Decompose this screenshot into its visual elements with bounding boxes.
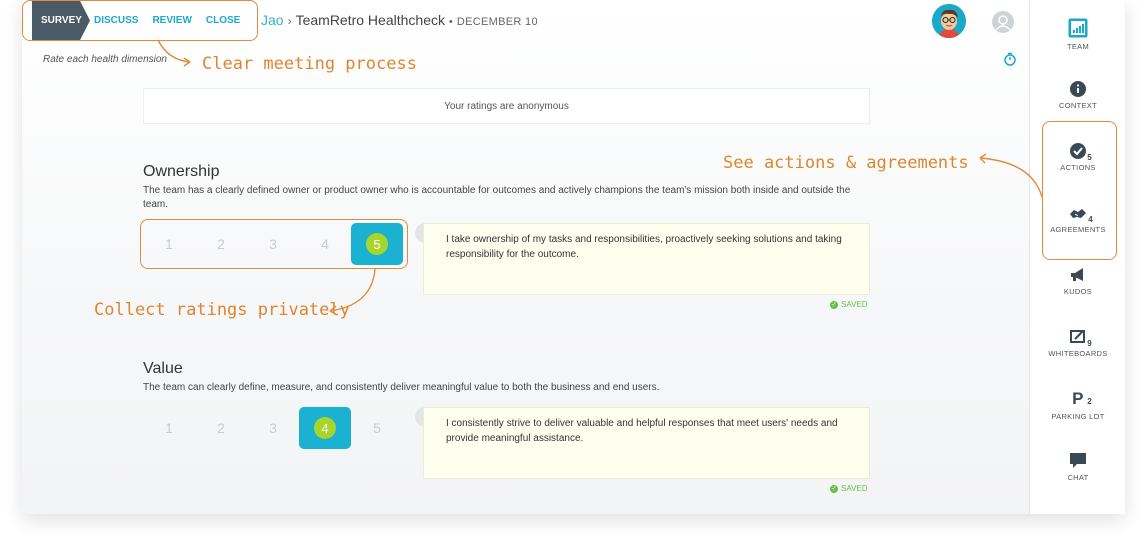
annotation-arrows	[157, 39, 1043, 316]
